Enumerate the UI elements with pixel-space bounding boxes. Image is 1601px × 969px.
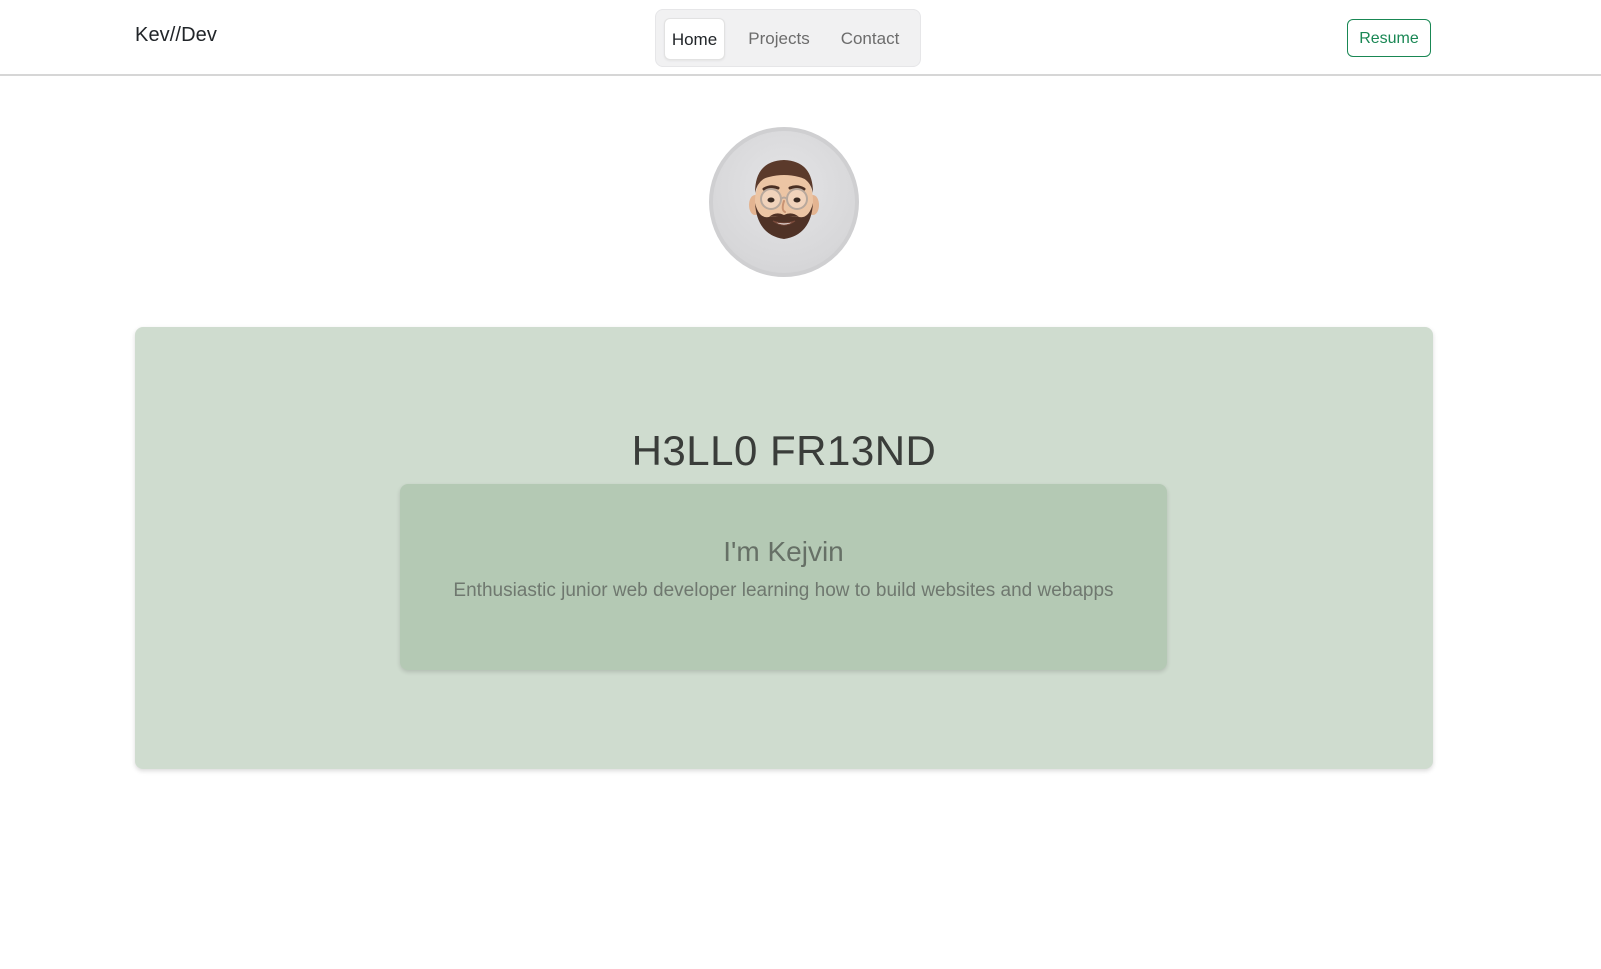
memoji-avatar-icon (749, 160, 819, 239)
tab-contact[interactable]: Contact (828, 18, 912, 60)
intro-card: I'm Kejvin Enthusiastic junior web devel… (400, 484, 1167, 670)
tab-home[interactable]: Home (664, 18, 725, 60)
intro-tagline: Enthusiastic junior web developer learni… (453, 580, 1114, 601)
intro-name: I'm Kejvin (723, 536, 844, 567)
hero-section: H3LL0 FR13ND I'm Kejvin Enthusiastic jun… (135, 327, 1433, 769)
top-navbar: Kev//Dev Home Projects Contact Resume (0, 0, 1601, 76)
hero-title: H3LL0 FR13ND (631, 427, 937, 474)
brand-link[interactable]: Kev//Dev (135, 24, 217, 47)
avatar (709, 127, 859, 277)
resume-button[interactable]: Resume (1347, 19, 1431, 57)
nav-tabs: Home Projects Contact (655, 9, 921, 67)
tab-projects[interactable]: Projects (735, 18, 823, 60)
